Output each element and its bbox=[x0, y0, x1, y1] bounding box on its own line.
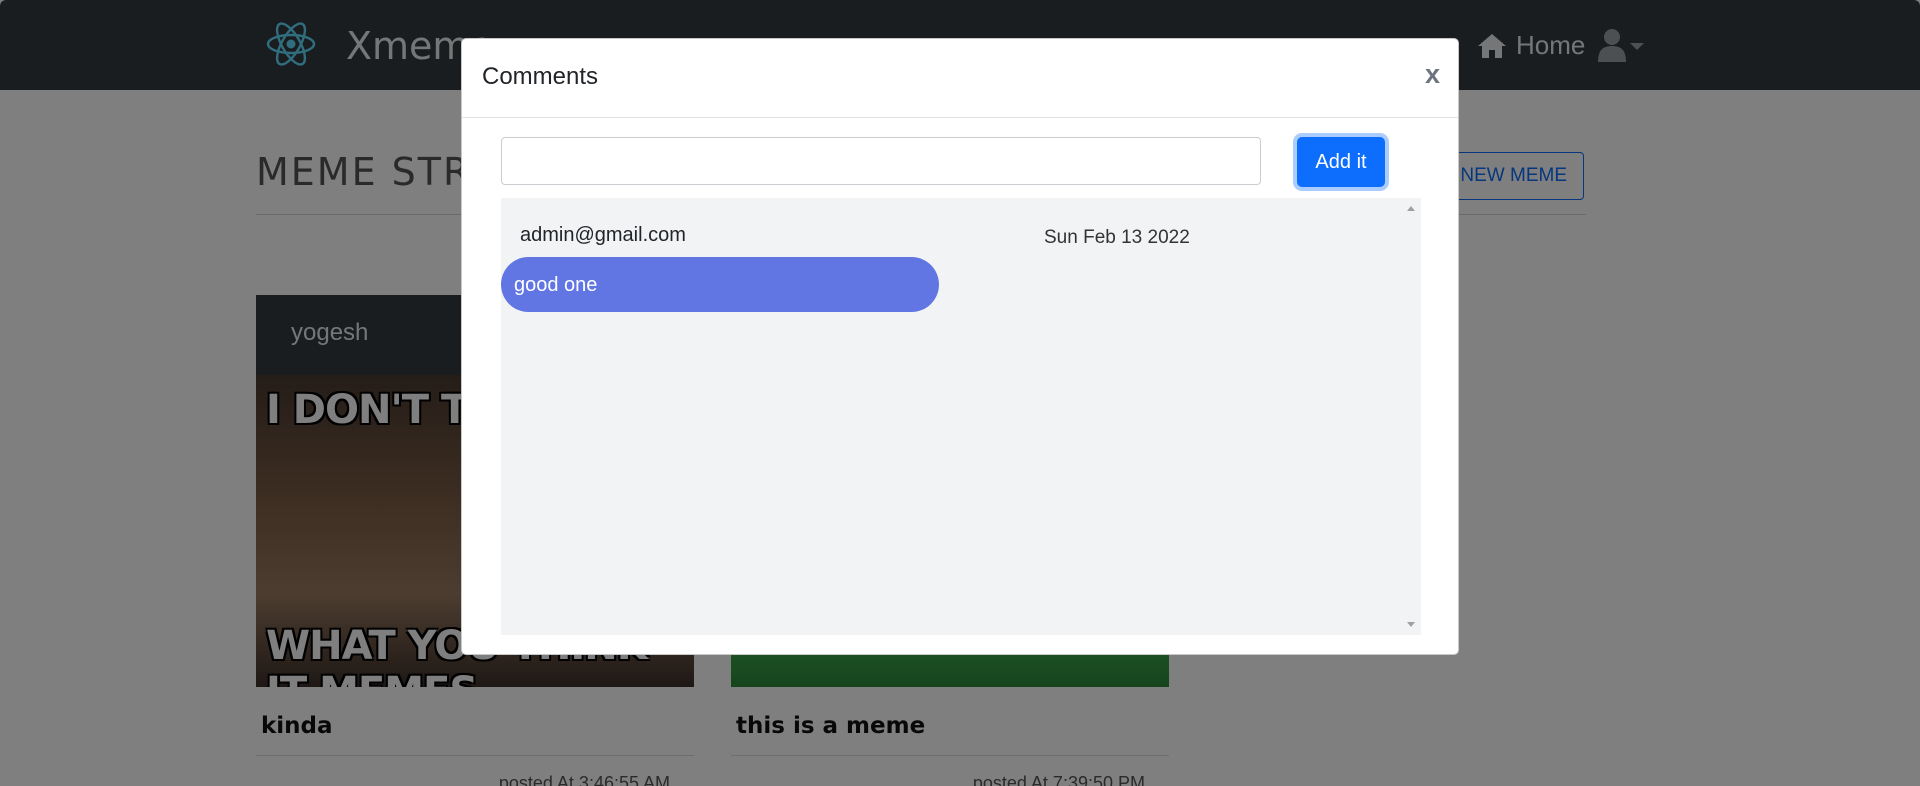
scroll-down-arrow-icon[interactable] bbox=[1407, 622, 1415, 627]
comments-list[interactable]: admin@gmail.com Sun Feb 13 2022 good one bbox=[501, 198, 1421, 635]
modal-title: Comments bbox=[482, 63, 599, 90]
comment-text: good one bbox=[501, 257, 939, 312]
comment-author: admin@gmail.com bbox=[520, 224, 686, 246]
comment-date: Sun Feb 13 2022 bbox=[1044, 227, 1190, 248]
add-comment-button[interactable]: Add it bbox=[1297, 137, 1385, 187]
modal-header: Comments x bbox=[462, 39, 1458, 118]
comments-modal: Comments x Add it admin@gmail.com Sun Fe… bbox=[461, 38, 1459, 655]
close-icon[interactable]: x bbox=[1425, 59, 1440, 90]
scroll-up-arrow-icon[interactable] bbox=[1407, 206, 1415, 211]
comment-input[interactable] bbox=[501, 137, 1261, 185]
comments-scrollbar[interactable] bbox=[1401, 198, 1421, 635]
